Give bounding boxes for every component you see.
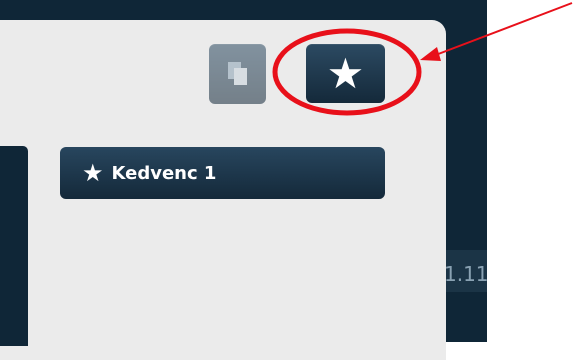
favorite-item[interactable]: ★ Kedvenc 1 [60, 147, 385, 199]
star-icon: ★ [82, 159, 104, 187]
background-row-text: 1.11 [444, 262, 489, 286]
favorite-item-label: Kedvenc 1 [111, 162, 217, 184]
copy-button[interactable] [209, 44, 266, 104]
copy-icon [227, 62, 247, 85]
left-dark-block [0, 146, 28, 346]
star-icon: ★ [326, 48, 365, 98]
add-favorite-button[interactable]: ★ [306, 44, 385, 103]
